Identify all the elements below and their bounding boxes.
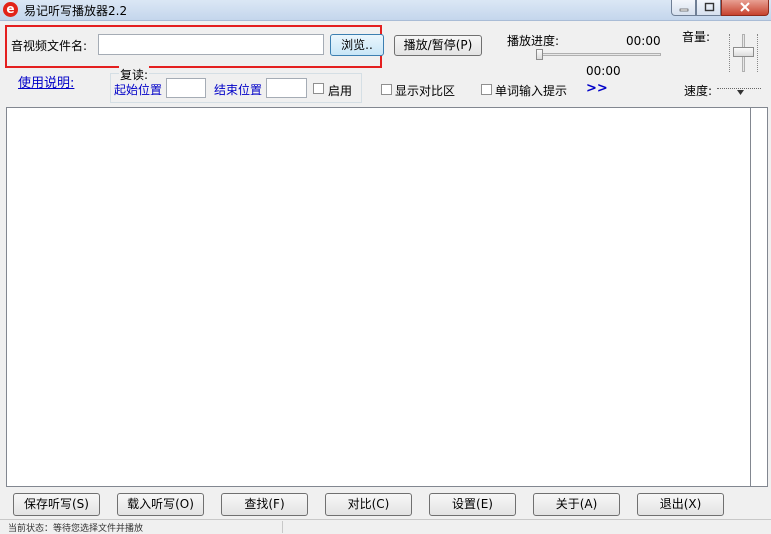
end-position-label: 结束位置	[214, 83, 263, 97]
progress-label: 播放进度:	[507, 34, 560, 48]
dictation-editor[interactable]	[6, 107, 751, 487]
end-position-input[interactable]	[266, 78, 307, 98]
app-logo-icon: e	[3, 2, 18, 17]
speed-slider-thumb[interactable]	[736, 85, 745, 95]
show-compare-checkbox[interactable]	[381, 84, 392, 95]
minimize-icon	[679, 8, 688, 12]
settings-button[interactable]: 设置(E)	[429, 493, 516, 516]
window-title: 易记听写播放器2.2	[24, 4, 128, 18]
volume-ticks-right	[757, 34, 762, 72]
editor-right-panel	[751, 107, 768, 487]
close-icon	[740, 2, 750, 12]
start-position-label: 起始位置	[114, 83, 163, 97]
file-name-label: 音视频文件名:	[11, 39, 88, 53]
maximize-icon	[704, 2, 714, 12]
find-button[interactable]: 查找(F)	[221, 493, 308, 516]
volume-ticks	[729, 34, 734, 72]
status-bar: 当前状态：等待您选择文件并播放	[0, 519, 771, 534]
compare-button[interactable]: 对比(C)	[325, 493, 412, 516]
volume-slider-thumb[interactable]	[733, 47, 754, 57]
volume-label: 音量:	[682, 30, 711, 44]
expand-toggle[interactable]: >>	[586, 81, 608, 96]
about-button[interactable]: 关于(A)	[533, 493, 620, 516]
minimize-button[interactable]	[671, 0, 696, 16]
save-dictation-button[interactable]: 保存听写(S)	[13, 493, 100, 516]
status-text: 当前状态：等待您选择文件并播放	[8, 524, 144, 534]
exit-button[interactable]: 退出(X)	[637, 493, 724, 516]
close-button[interactable]	[721, 0, 769, 16]
browse-button[interactable]: 浏览..	[330, 34, 384, 56]
enable-repeat-label: 启用	[328, 84, 353, 98]
show-compare-label: 显示对比区	[395, 84, 456, 98]
total-time: 00:00	[626, 34, 661, 48]
title-bar[interactable]: e 易记听写播放器2.2	[0, 0, 771, 21]
current-time: 00:00	[586, 64, 621, 78]
help-link[interactable]: 使用说明:	[18, 72, 74, 91]
maximize-button[interactable]	[696, 0, 721, 16]
play-pause-button[interactable]: 播放/暂停(P)	[394, 35, 482, 56]
progress-slider-thumb[interactable]	[536, 49, 543, 60]
word-hint-checkbox[interactable]	[481, 84, 492, 95]
enable-repeat-checkbox[interactable]	[313, 83, 324, 94]
speed-label: 速度:	[684, 84, 713, 98]
progress-slider-track[interactable]	[540, 53, 661, 56]
status-divider	[282, 521, 283, 533]
start-position-input[interactable]	[166, 78, 206, 98]
file-name-input[interactable]	[98, 34, 324, 55]
word-hint-label: 单词输入提示	[495, 84, 568, 98]
load-dictation-button[interactable]: 载入听写(O)	[117, 493, 204, 516]
